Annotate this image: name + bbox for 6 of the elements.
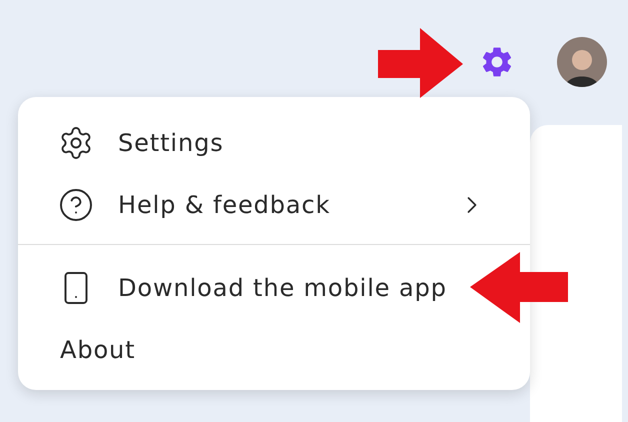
avatar[interactable] xyxy=(557,37,607,87)
help-icon xyxy=(58,187,94,223)
menu-item[interactable]: Settings xyxy=(18,112,268,174)
menu-item[interactable]: Help & feedback xyxy=(18,174,530,236)
menu-item[interactable]: Download the mobile app xyxy=(18,257,491,319)
menu-item[interactable]: About xyxy=(18,319,180,381)
